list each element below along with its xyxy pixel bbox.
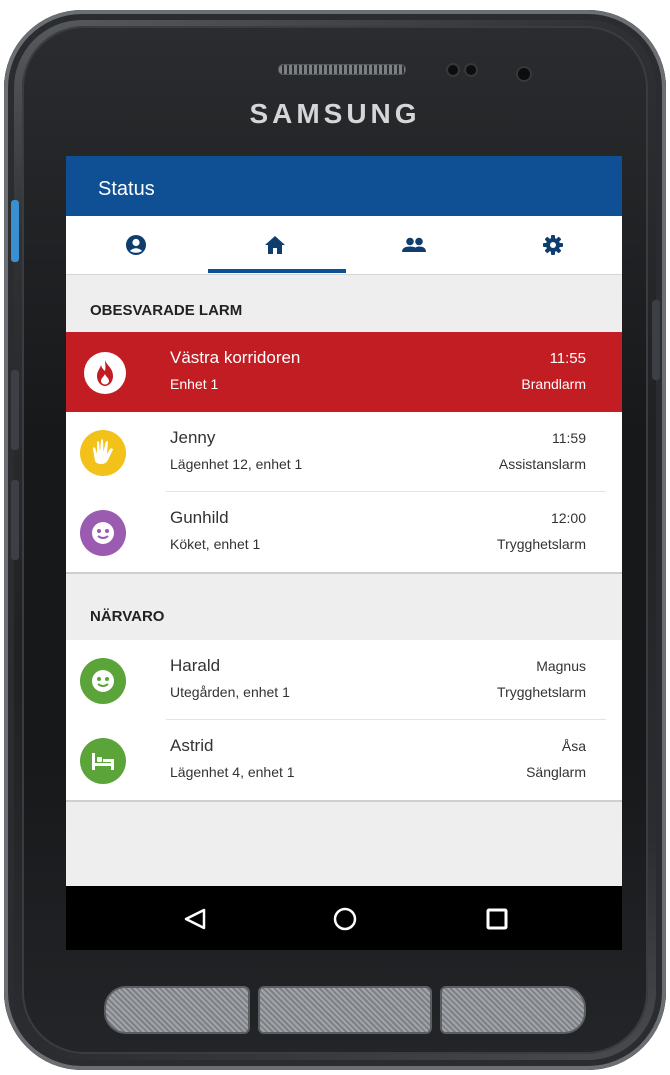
alarm-location: Köket, enhet 1: [170, 536, 261, 552]
section-title: NÄRVARO: [90, 608, 165, 625]
gear-icon: [542, 235, 563, 255]
tab-settings[interactable]: [483, 216, 622, 274]
fire-icon: [97, 360, 113, 386]
tab-profile[interactable]: [66, 216, 205, 274]
alarm-type: Trygghetslarm: [497, 536, 586, 552]
card-shadow: [66, 800, 622, 802]
tab-home[interactable]: [205, 216, 344, 274]
tab-bar: [66, 216, 622, 275]
section-title: OBESVARADE LARM: [90, 302, 243, 319]
presence-name: Astrid: [170, 736, 214, 755]
people-icon: [401, 237, 426, 252]
front-camera: [516, 66, 532, 82]
presence-location: Lägenhet 4, enhet 1: [170, 764, 295, 780]
section-header-presence: NÄRVARO: [66, 586, 622, 638]
hand-icon: [93, 439, 113, 465]
volume-button: [11, 200, 19, 262]
alarm-location: Lägenhet 12, enhet 1: [170, 456, 303, 472]
brand-logo: SAMSUNG: [249, 98, 421, 129]
alarm-row-jenny[interactable]: Jenny Lägenhet 12, enhet 1 11:59 Assista…: [66, 412, 622, 492]
hardware-home-button[interactable]: [258, 986, 432, 1034]
home-circle-icon: [333, 907, 357, 931]
presence-type: Sänglarm: [526, 764, 586, 780]
home-button[interactable]: [328, 902, 362, 936]
hardware-recents-button[interactable]: [104, 986, 250, 1034]
alarm-row-gunhild[interactable]: Gunhild Köket, enhet 1 12:00 Trygghetsla…: [66, 492, 622, 572]
presence-staff: Magnus: [536, 658, 586, 674]
hardware-back-button[interactable]: [440, 986, 586, 1034]
alarm-name: Jenny: [170, 428, 216, 447]
app-bar: Status: [66, 156, 622, 216]
recents-button[interactable]: [480, 902, 514, 936]
presence-row-astrid[interactable]: Astrid Lägenhet 4, enhet 1 Åsa Sänglarm: [66, 720, 622, 800]
alarm-avatar: [80, 430, 126, 476]
alarm-name: Gunhild: [170, 508, 229, 527]
alarm-avatar: [84, 352, 126, 394]
earpiece-speaker: [278, 64, 406, 75]
alarm-avatar: [80, 510, 126, 556]
presence-location: Utegården, enhet 1: [170, 684, 290, 700]
side-button: [11, 370, 19, 450]
light-sensor: [464, 63, 478, 77]
section-header-unanswered: OBESVARADE LARM: [66, 280, 622, 332]
presence-type: Trygghetslarm: [497, 684, 586, 700]
card-shadow: [66, 572, 622, 574]
page-title: Status: [98, 178, 155, 200]
alarm-time: 11:55: [549, 350, 586, 367]
face-icon: [92, 522, 114, 544]
presence-avatar: [80, 658, 126, 704]
alarm-time: 11:59: [552, 430, 586, 446]
recents-icon: [486, 908, 508, 930]
home-icon: [264, 236, 285, 254]
bed-icon: [92, 753, 114, 770]
back-icon: [184, 908, 206, 930]
alarm-location: Enhet 1: [170, 376, 219, 392]
account-icon: [125, 235, 146, 255]
presence-name: Harald: [170, 656, 221, 675]
alarm-time: 12:00: [550, 510, 586, 526]
presence-avatar: [80, 738, 126, 784]
power-button: [652, 300, 660, 380]
face-icon: [92, 670, 114, 692]
presence-row-harald[interactable]: Harald Utegården, enhet 1 Magnus Trygghe…: [66, 640, 622, 720]
tab-people[interactable]: [344, 216, 483, 274]
side-button-2: [11, 480, 19, 560]
presence-staff: Åsa: [561, 738, 586, 754]
app-screen: Status OBESVARADE LARM Västra korridoren…: [66, 156, 622, 950]
alarm-type: Assistanslarm: [498, 456, 586, 472]
alarm-type: Brandlarm: [521, 376, 586, 392]
back-button[interactable]: [178, 902, 212, 936]
proximity-sensor: [446, 63, 460, 77]
tab-selected-indicator: [208, 269, 346, 273]
alarm-row-vastra-korridoren[interactable]: Västra korridoren Enhet 1 11:55 Brandlar…: [66, 332, 622, 412]
alarm-name: Västra korridoren: [170, 348, 301, 367]
system-nav-bar: [66, 886, 622, 950]
